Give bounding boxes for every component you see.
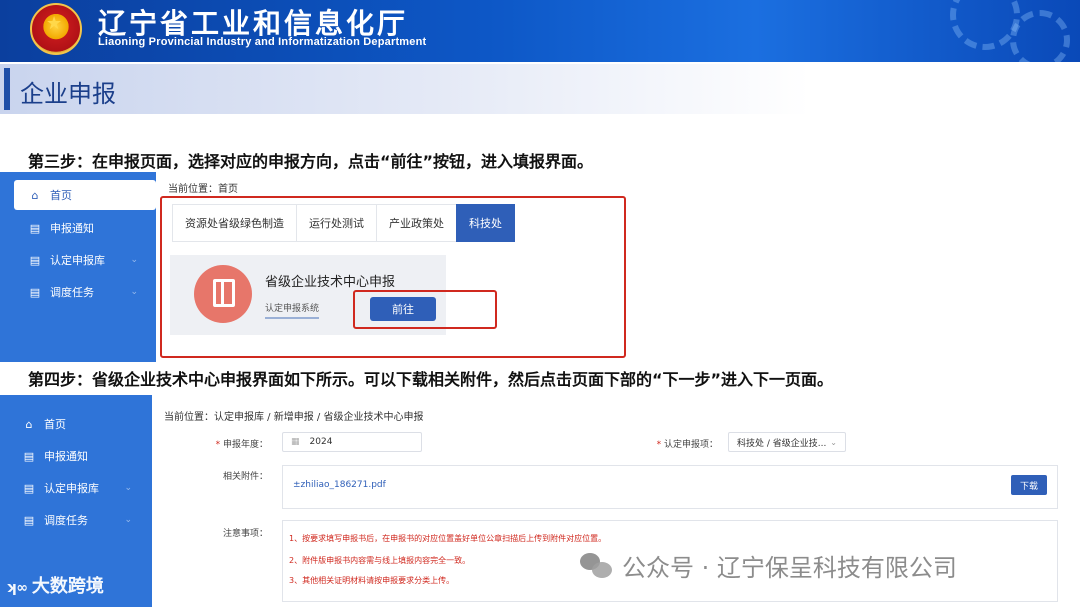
sidebar-item-label: 首页 (50, 189, 72, 202)
sidebar-item-label: 申报通知 (50, 222, 94, 235)
button-highlight-frame (353, 290, 497, 329)
year-label: * 申报年度： (215, 440, 268, 450)
sidebar-item-home[interactable]: ⌂ 首页 (14, 180, 156, 210)
section-accent-bar (4, 68, 10, 110)
item-label: * 认定申报项： (656, 440, 718, 450)
section-header: 企业申报 (0, 64, 1080, 114)
breadcrumb: 当前位置：认定申报库 / 新增申报 / 省级企业技术中心申报 (164, 412, 424, 423)
year-picker[interactable]: ▦ 2024 (282, 432, 422, 452)
attachment-file-link[interactable]: ±zhiliao_186271.pdf (293, 480, 386, 490)
chevron-down-icon: ⌄ (130, 255, 138, 265)
library-icon: ▤ (23, 481, 35, 495)
sidebar-item-label: 认定申报库 (44, 482, 99, 495)
sidebar-item-label: 调度任务 (44, 514, 88, 527)
sidebar-item-tasks[interactable]: ▤ 调度任务 ⌄ (8, 505, 148, 535)
tab-technology[interactable]: 科技处 (456, 204, 515, 242)
item-select[interactable]: 科技处 / 省级企业技... ⌄ (728, 432, 846, 452)
notes-label: 注意事项： (222, 529, 268, 539)
direction-tabs: 资源处省级绿色制造 运行处测试 产业政策处 科技处 (172, 204, 515, 242)
step3-text: 第三步：在申报页面，选择对应的申报方向，点击“前往”按钮，进入填报界面。 (28, 152, 594, 171)
gear-decoration (1010, 10, 1070, 62)
book-icon (194, 265, 252, 323)
calendar-icon: ▦ (291, 437, 300, 447)
chevron-down-icon: ⌄ (124, 483, 132, 493)
sidebar-item-label: 申报通知 (44, 450, 88, 463)
header-banner: ★ 辽宁省工业和信息化厅 Liaoning Provincial Industr… (0, 0, 1080, 62)
notice-icon: ▤ (23, 449, 35, 463)
brand-watermark: ʞ∞ 大数跨境 (6, 576, 104, 597)
wechat-icon (580, 552, 612, 579)
brand-logo-icon: ʞ∞ (6, 580, 28, 596)
tab-operation[interactable]: 运行处测试 (296, 204, 377, 242)
sidebar-item-library[interactable]: ▤ 认定申报库 ⌄ (8, 473, 148, 503)
wechat-watermark: 公众号 · 辽宁保呈科技有限公司 (580, 548, 957, 583)
task-icon: ▤ (29, 285, 41, 299)
year-value: 2024 (309, 437, 333, 447)
chevron-down-icon: ⌄ (130, 287, 138, 297)
sidebar-item-label: 首页 (44, 418, 66, 431)
sidebar-item-label: 认定申报库 (50, 254, 105, 267)
breadcrumb: 当前位置：首页 (168, 184, 238, 195)
notice-icon: ▤ (29, 221, 41, 235)
sidebar: ⌂ 首页 ▤ 申报通知 ▤ 认定申报库 ⌄ ▤ 调度任务 ⌄ (0, 172, 156, 362)
task-icon: ▤ (23, 513, 35, 527)
tab-policy[interactable]: 产业政策处 (376, 204, 457, 242)
chevron-down-icon: ⌄ (830, 437, 837, 447)
sidebar-item-library[interactable]: ▤ 认定申报库 ⌄ (14, 245, 154, 275)
download-button[interactable]: 下载 (1011, 475, 1047, 495)
home-icon: ⌂ (31, 188, 39, 202)
home-icon: ⌂ (25, 417, 33, 431)
library-icon: ▤ (29, 253, 41, 267)
sidebar-item-tasks[interactable]: ▤ 调度任务 ⌄ (14, 277, 154, 307)
step4-text: 第四步：省级企业技术中心申报界面如下所示。可以下载相关附件，然后点击页面下部的“… (28, 370, 834, 389)
note-item: 1、按要求填写申报书后，在申报书的对应位置盖好单位公章扫描后上传到附件对应位置。 (289, 534, 607, 543)
system-link[interactable]: 认定申报系统 (265, 301, 320, 319)
note-item: 2、附件版申报书内容需与线上填报内容完全一致。 (289, 556, 471, 565)
national-emblem-icon: ★ (30, 3, 82, 55)
note-item: 3、其他相关证明材料请按申报要求分类上传。 (289, 576, 455, 585)
attachment-label: 相关附件： (222, 472, 268, 482)
sidebar-item-label: 调度任务 (50, 286, 94, 299)
chevron-down-icon: ⌄ (124, 515, 132, 525)
sidebar-item-home[interactable]: ⌂ 首页 (8, 409, 148, 439)
section-title: 企业申报 (20, 80, 116, 108)
department-subtitle: Liaoning Provincial Industry and Informa… (98, 36, 427, 48)
sidebar-item-notice[interactable]: ▤ 申报通知 (8, 441, 148, 471)
item-value: 科技处 / 省级企业技... (737, 438, 827, 449)
attachment-box: ±zhiliao_186271.pdf 下载 (282, 465, 1058, 509)
tab-resource[interactable]: 资源处省级绿色制造 (172, 204, 297, 242)
card-title: 省级企业技术中心申报 (265, 275, 396, 290)
watermark-text: 公众号 · 辽宁保呈科技有限公司 (622, 554, 957, 582)
sidebar-item-notice[interactable]: ▤ 申报通知 (14, 213, 154, 243)
